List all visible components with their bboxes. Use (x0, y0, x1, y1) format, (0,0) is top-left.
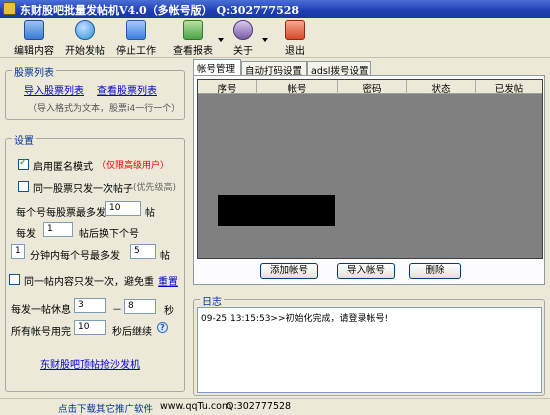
same-content-once-checkbox[interactable] (9, 274, 20, 285)
delete-account-button[interactable]: 删除 (409, 263, 461, 279)
stop-icon (126, 20, 146, 40)
edit-icon (24, 20, 44, 40)
per-account-max-input[interactable]: 10 (105, 201, 141, 216)
rest-dash: － (112, 305, 122, 316)
anonymous-mode-note: （仅限高级用户） (97, 161, 170, 171)
accounts-table: 序号 帐号 密码 状态 已发帖 (197, 79, 543, 259)
switch-after-input[interactable]: 1 (43, 222, 73, 237)
same-content-once-label: 同一帖内容只发一次，避免重 (24, 277, 154, 288)
column-index[interactable]: 序号 (198, 81, 256, 95)
minutes-input[interactable]: 1 (11, 244, 25, 259)
window-title: 东财股吧批量发帖机V4.0（多帐号版） Q:302777528 (20, 4, 300, 17)
rest-label: 每发一帖休息 (11, 305, 71, 316)
log-line: 09-25 13:15:53>>初始化完成，请登录帐号! (201, 314, 389, 324)
minutes-label: 分钟内每个号最多发 (30, 251, 120, 262)
log-group: 日志 09-25 13:15:53>>初始化完成，请登录帐号! (193, 293, 545, 396)
report-icon (183, 20, 203, 40)
same-stock-once-label: 同一股票只发一次帖子 (33, 184, 133, 195)
view-report-button[interactable]: 查看报表 (170, 20, 216, 57)
tab-account-management[interactable]: 帐号管理 (193, 59, 241, 76)
about-dropdown-arrow[interactable] (262, 38, 268, 42)
rest-unit: 秒 (164, 306, 174, 317)
promo-link[interactable]: 东财股吧顶帖抢沙发机 (40, 356, 140, 371)
switch-after-prefix: 每发 (16, 229, 36, 240)
toolbar: 编辑内容 开始发帖 停止工作 查看报表 关于 退出 (0, 18, 550, 58)
column-account[interactable]: 帐号 (257, 81, 337, 95)
table-header: 序号 帐号 密码 状态 已发帖 (198, 80, 542, 95)
about-icon (233, 20, 253, 40)
reset-link[interactable]: 重置 (158, 273, 178, 288)
stock-list-hint: （导入格式为文本，股票i4一行一个） (28, 104, 181, 114)
tab-captcha-settings[interactable]: 自动打码设置 (241, 61, 307, 77)
same-stock-once-checkbox[interactable] (18, 181, 29, 192)
edit-content-button[interactable]: 编辑内容 (10, 20, 58, 57)
add-account-button[interactable]: 添加帐号 (260, 263, 318, 279)
redacted-area (218, 195, 335, 226)
minutes-max-unit: 帖 (160, 251, 170, 262)
log-title: 日志 (200, 293, 224, 308)
report-dropdown-arrow[interactable] (218, 38, 224, 42)
about-button[interactable]: 关于 (228, 20, 258, 57)
anonymous-mode-checkbox[interactable] (18, 157, 29, 170)
download-other-software-link[interactable]: 点击下载其它推广软件 (58, 401, 153, 415)
column-posted[interactable]: 已发帖 (476, 81, 542, 95)
stock-list-group: 股票列表 导入股票列表 查看股票列表 （导入格式为文本，股票i4一行一个） (5, 64, 185, 120)
all-used-label: 所有帐号用完 (11, 327, 71, 338)
start-posting-button[interactable]: 开始发帖 (62, 20, 108, 57)
anonymous-mode-label: 启用匿名模式 (33, 162, 93, 173)
rest-max-input[interactable]: 8 (124, 299, 156, 314)
log-textarea[interactable]: 09-25 13:15:53>>初始化完成，请登录帐号! (197, 307, 542, 393)
same-stock-once-note: (优先级高) (133, 183, 177, 193)
status-bar: 点击下载其它推广软件 www.qqTu.com Q:302777528 (0, 398, 550, 415)
power-icon (285, 20, 305, 40)
title-bar: 东财股吧批量发帖机V4.0（多帐号版） Q:302777528 (0, 0, 550, 18)
minutes-max-input[interactable]: 5 (130, 244, 156, 259)
contact-text: Q:302777528 (226, 401, 292, 412)
stock-list-title: 股票列表 (12, 64, 56, 79)
per-account-max-unit: 帖 (145, 208, 155, 219)
rest-min-input[interactable]: 3 (74, 298, 106, 313)
all-used-suffix: 秒后继续 (112, 327, 152, 338)
import-stock-list-link[interactable]: 导入股票列表 (24, 82, 84, 97)
switch-after-suffix: 帖后换下个号 (79, 229, 139, 240)
settings-title: 设置 (12, 132, 36, 147)
column-status[interactable]: 状态 (407, 81, 475, 95)
stop-work-button[interactable]: 停止工作 (113, 20, 159, 57)
settings-group: 设置 启用匿名模式 （仅限高级用户） 同一股票只发一次帖子 (优先级高) 每个号… (5, 132, 185, 392)
all-used-input[interactable]: 10 (74, 320, 106, 335)
per-account-max-label: 每个号每股票最多发 (16, 208, 106, 219)
website-text: www.qqTu.com (160, 401, 232, 412)
column-password[interactable]: 密码 (338, 81, 406, 95)
account-panel: 序号 帐号 密码 状态 已发帖 添加帐号 导入帐号 删除 (193, 75, 545, 285)
help-icon[interactable]: ? (157, 322, 168, 333)
play-icon (75, 20, 95, 40)
view-stock-list-link[interactable]: 查看股票列表 (97, 82, 157, 97)
import-account-button[interactable]: 导入帐号 (337, 263, 395, 279)
exit-button[interactable]: 退出 (282, 20, 308, 57)
tab-adsl-settings[interactable]: adsl拨号设置 (307, 61, 371, 77)
app-icon (3, 2, 16, 15)
